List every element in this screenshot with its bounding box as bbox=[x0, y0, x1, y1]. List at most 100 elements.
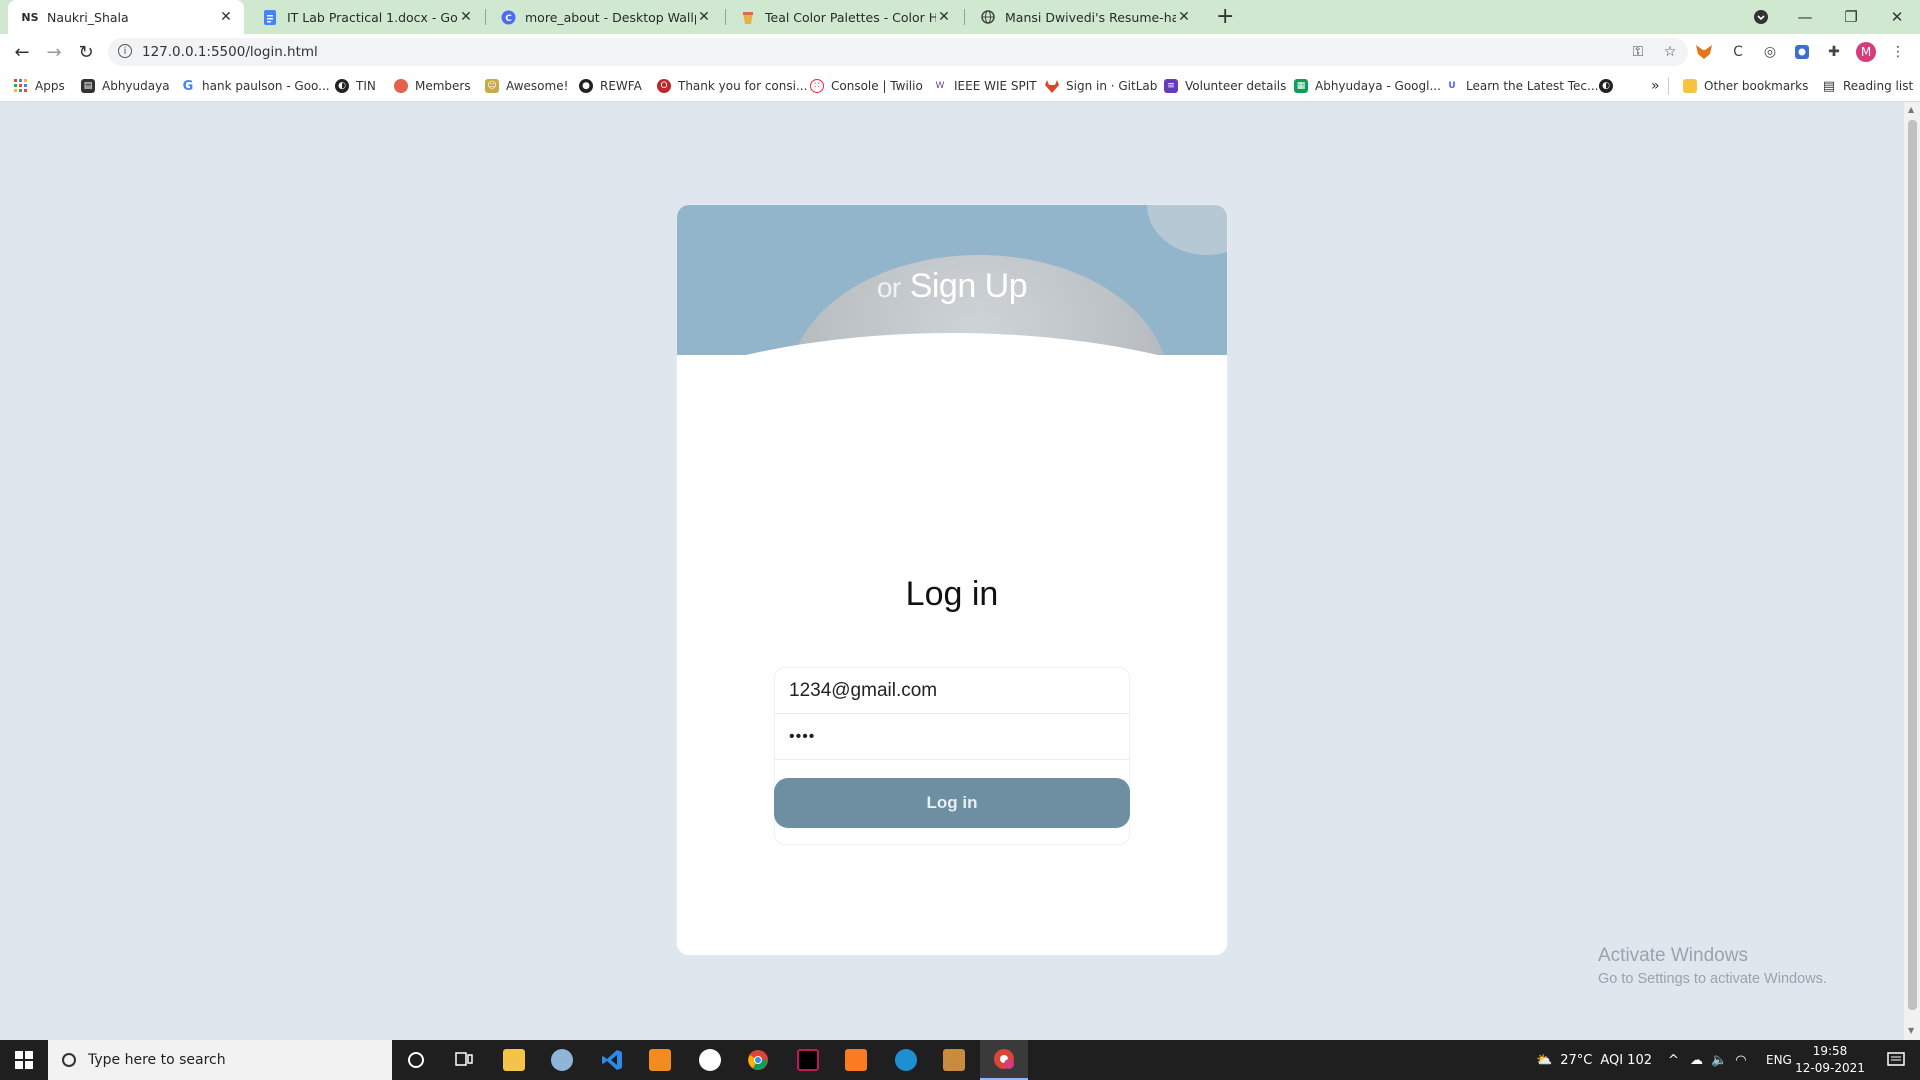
back-button[interactable]: ← bbox=[10, 40, 34, 64]
tab-it-lab-practical[interactable]: IT Lab Practical 1.docx - Google Docs ✕ bbox=[248, 0, 484, 34]
chrome-icon[interactable] bbox=[734, 1040, 782, 1080]
bookmark-label: Learn the Latest Tec... bbox=[1466, 79, 1599, 93]
language-indicator[interactable]: ENG bbox=[1766, 1040, 1792, 1080]
awesome-icon: ☺ bbox=[485, 79, 499, 93]
sign-up-label[interactable]: Sign Up bbox=[910, 267, 1028, 305]
cortana-button[interactable] bbox=[392, 1040, 440, 1080]
bookmarks-bar: Apps ▤ Abhyudaya Ghank paulson - Goo... ◐… bbox=[0, 70, 1920, 102]
extension-screen-icon[interactable] bbox=[1792, 42, 1812, 62]
extension-c-icon[interactable]: C bbox=[1728, 42, 1748, 62]
bookmark-twilio[interactable]: ∷ Console | Twilio bbox=[810, 76, 923, 96]
chevron-up-icon: ^ bbox=[1668, 1052, 1679, 1068]
bookmark-tin[interactable]: ◐ TIN bbox=[335, 76, 376, 96]
volume-muted-icon[interactable]: 🔈 bbox=[1711, 1053, 1727, 1068]
email-input[interactable]: 1234@gmail.com bbox=[775, 668, 1129, 714]
new-tab-button[interactable]: + bbox=[1216, 4, 1234, 29]
more-bookmarks-button[interactable]: » bbox=[1651, 76, 1660, 96]
tab-resume-hackerrank[interactable]: Mansi Dwivedi's Resume-hackerrank ✕ bbox=[966, 0, 1202, 34]
bookmark-thank-you[interactable]: O Thank you for consi... bbox=[657, 76, 807, 96]
taskbar-search-box[interactable]: Type here to search bbox=[48, 1040, 392, 1080]
password-input[interactable]: •••• bbox=[775, 714, 1129, 760]
scroll-thumb[interactable] bbox=[1908, 120, 1917, 1010]
sublime-text-icon[interactable] bbox=[636, 1040, 684, 1080]
tab-color-hunt[interactable]: Teal Color Palettes - Color Hunt ✕ bbox=[726, 0, 962, 34]
address-bar[interactable]: i 127.0.0.1:5500/login.html ⚿ ☆ bbox=[108, 38, 1688, 66]
extension-circle-icon[interactable]: ◎ bbox=[1760, 42, 1780, 62]
bookmark-volunteer-details[interactable]: ≡ Volunteer details bbox=[1164, 76, 1286, 96]
tab-title: more_about - Desktop Wallpaper bbox=[525, 9, 696, 25]
tab-title: IT Lab Practical 1.docx - Google Docs bbox=[287, 9, 458, 25]
wifi-icon[interactable]: ◠ bbox=[1735, 1053, 1746, 1068]
restore-button[interactable]: ❐ bbox=[1828, 0, 1874, 34]
clock-date: 12-09-2021 bbox=[1795, 1061, 1865, 1075]
bookmark-abhyudaya[interactable]: ▤ Abhyudaya bbox=[81, 76, 170, 96]
bookmark-label: Console | Twilio bbox=[831, 79, 923, 93]
vscode-icon[interactable] bbox=[588, 1040, 636, 1080]
intellij-icon[interactable] bbox=[784, 1040, 832, 1080]
bookmark-learn-latest[interactable]: U Learn the Latest Tec... bbox=[1445, 76, 1598, 96]
start-button[interactable] bbox=[0, 1040, 48, 1080]
edge-icon[interactable] bbox=[882, 1040, 930, 1080]
close-tab-icon[interactable]: ✕ bbox=[696, 9, 712, 25]
bookmark-abhyudaya-google[interactable]: ▦ Abhyudaya - Googl... bbox=[1294, 76, 1441, 96]
notification-center-button[interactable] bbox=[1872, 1040, 1920, 1080]
bookmark-rewfa[interactable]: ● REWFA bbox=[579, 76, 642, 96]
bookmark-star-icon[interactable]: ☆ bbox=[1660, 42, 1680, 62]
show-hidden-icons-button[interactable]: ^ bbox=[1668, 1040, 1679, 1080]
browser-tab-strip: NS Naukri_Shala ✕ IT Lab Practical 1.doc… bbox=[0, 0, 1920, 34]
scroll-up-icon[interactable]: ▲ bbox=[1908, 105, 1914, 114]
task-view-button[interactable] bbox=[440, 1040, 488, 1080]
bookmark-ieee-wie[interactable]: W IEEE WIE SPIT bbox=[933, 76, 1037, 96]
vertical-scrollbar[interactable]: ▲ ▼ bbox=[1904, 102, 1920, 1040]
docs-icon: ▤ bbox=[81, 79, 95, 93]
tab-search-button[interactable] bbox=[1738, 0, 1784, 34]
tab-more-about[interactable]: C more_about - Desktop Wallpaper ✕ bbox=[486, 0, 722, 34]
bookmark-hank-paulson[interactable]: Ghank paulson - Goo... bbox=[181, 76, 330, 96]
onedrive-icon[interactable]: ☁ bbox=[1690, 1053, 1703, 1068]
browser-menu-icon[interactable]: ⋮ bbox=[1888, 42, 1908, 62]
reload-button[interactable]: ↻ bbox=[74, 40, 98, 64]
bookmark-members[interactable]: Members bbox=[394, 76, 471, 96]
paint-app-icon[interactable] bbox=[538, 1040, 586, 1080]
package-app-icon[interactable] bbox=[930, 1040, 978, 1080]
tab-naukri-shala[interactable]: NS Naukri_Shala ✕ bbox=[8, 0, 244, 34]
close-tab-icon[interactable]: ✕ bbox=[458, 9, 474, 25]
login-button[interactable]: Log in bbox=[774, 778, 1130, 828]
bookmark-apps[interactable]: Apps bbox=[14, 76, 65, 96]
bookmark-label: Sign in · GitLab bbox=[1066, 79, 1158, 93]
scroll-down-icon[interactable]: ▼ bbox=[1908, 1026, 1914, 1035]
xampp-icon[interactable] bbox=[832, 1040, 880, 1080]
bookmark-awesome[interactable]: ☺ Awesome! bbox=[485, 76, 568, 96]
forward-button[interactable]: → bbox=[42, 40, 66, 64]
members-icon bbox=[394, 79, 408, 93]
weather-widget[interactable]: ⛅ 27°C AQI 102 bbox=[1536, 1040, 1652, 1080]
reading-list-button[interactable]: ▤ Reading list bbox=[1822, 76, 1913, 96]
c-favicon-icon: C bbox=[498, 9, 518, 25]
minimize-button[interactable]: — bbox=[1782, 0, 1828, 34]
opera-icon: O bbox=[657, 79, 671, 93]
site-info-icon[interactable]: i bbox=[118, 44, 132, 58]
password-key-icon[interactable]: ⚿ bbox=[1628, 42, 1648, 62]
extensions-puzzle-icon[interactable]: ✚ bbox=[1824, 42, 1844, 62]
chrome-profile-icon[interactable] bbox=[980, 1040, 1028, 1080]
ns-favicon-icon: NS bbox=[21, 10, 39, 24]
profile-avatar[interactable]: M bbox=[1856, 42, 1876, 62]
file-explorer-icon[interactable] bbox=[490, 1040, 538, 1080]
app-icon[interactable] bbox=[686, 1040, 734, 1080]
sign-up-link[interactable]: or Sign Up bbox=[677, 267, 1227, 306]
apps-grid-icon bbox=[14, 79, 28, 93]
close-window-button[interactable]: ✕ bbox=[1874, 0, 1920, 34]
close-tab-icon[interactable]: ✕ bbox=[1176, 9, 1192, 25]
windows-taskbar: Type here to search ⛅ 27°C AQI 102 ^ ☁ 🔈… bbox=[0, 1040, 1920, 1080]
close-tab-icon[interactable]: ✕ bbox=[936, 9, 952, 25]
weather-aqi: AQI 102 bbox=[1600, 1052, 1652, 1068]
close-tab-icon[interactable]: ✕ bbox=[218, 9, 234, 25]
svg-text:C: C bbox=[505, 14, 512, 24]
bookmark-gitlab[interactable]: Sign in · GitLab bbox=[1045, 76, 1157, 96]
clock[interactable]: 19:58 12-09-2021 bbox=[1790, 1043, 1870, 1077]
google-icon: G bbox=[182, 78, 194, 94]
other-bookmarks-folder[interactable]: Other bookmarks bbox=[1683, 76, 1808, 96]
metamask-extension-icon[interactable] bbox=[1694, 42, 1714, 62]
bookmark-globe[interactable]: ◐ bbox=[1599, 76, 1620, 96]
watermark-subtitle: Go to Settings to activate Windows. bbox=[1598, 971, 1827, 987]
